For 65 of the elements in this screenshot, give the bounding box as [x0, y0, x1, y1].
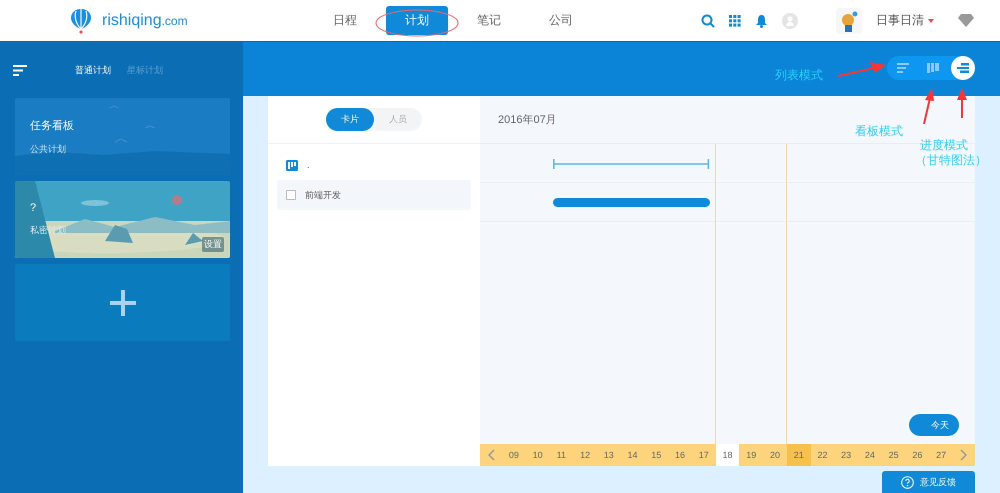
date-cell[interactable]: 15 — [644, 444, 668, 466]
annotation-text: 进度模式 — [920, 137, 968, 154]
logo-text: rishiqing.com — [102, 12, 188, 30]
columns-icon — [927, 63, 939, 73]
nav-tab[interactable]: 笔记 — [458, 6, 520, 35]
date-cell[interactable]: 16 — [668, 444, 692, 466]
board-label[interactable]: . — [307, 160, 310, 170]
date-cell[interactable]: 24 — [858, 444, 882, 466]
board-icon — [286, 160, 298, 170]
card-subtitle: 公共计划 — [30, 142, 67, 156]
date-cell[interactable]: 20 — [763, 444, 787, 466]
summary-bar[interactable] — [553, 158, 710, 168]
date-cell[interactable]: 25 — [882, 444, 906, 466]
date-cell[interactable]: 12 — [573, 444, 597, 466]
feedback-button[interactable]: 意见反馈 — [882, 471, 975, 493]
annotation-text: 看板模式 — [855, 123, 903, 140]
menu-icon[interactable] — [13, 64, 27, 76]
date-cell[interactable]: 09 — [502, 444, 526, 466]
date-cell[interactable]: 27 — [929, 444, 953, 466]
apps-grid-icon[interactable] — [729, 14, 741, 26]
date-cell[interactable]: 19 — [739, 444, 764, 466]
nav-tab[interactable]: 日程 — [314, 6, 376, 35]
checkbox[interactable] — [286, 190, 296, 200]
today-button[interactable]: 今天 — [909, 414, 959, 436]
settings-link[interactable]: 设置 — [202, 237, 224, 252]
annotation-text: 列表模式 — [775, 67, 823, 84]
date-cell[interactable]: 13 — [596, 444, 621, 466]
annotation-arrow — [957, 88, 967, 118]
gantt-icon — [957, 63, 969, 73]
date-cell[interactable]: 17 — [692, 444, 716, 466]
card-title: 任务看板 — [30, 118, 75, 132]
date-cell[interactable]: 21 — [786, 444, 811, 466]
sidebar-tab[interactable]: 普通计划 — [75, 64, 111, 76]
date-cell[interactable]: 14 — [620, 444, 644, 466]
avatar-icon[interactable] — [836, 8, 862, 34]
card-subtitle: 私密计划 — [30, 224, 67, 237]
plan-card[interactable]: ? 私密计划 设置 — [15, 181, 230, 258]
annotation-text: （甘特图法） — [915, 152, 987, 169]
list-icon — [897, 63, 909, 73]
task-title: 前端开发 — [305, 188, 341, 202]
date-cell[interactable]: 23 — [834, 444, 858, 466]
card-title: ? — [30, 202, 38, 214]
view-tab[interactable]: 人员 — [374, 108, 422, 131]
diamond-icon[interactable] — [958, 14, 974, 27]
bell-icon[interactable] — [755, 14, 768, 28]
month-label: 2016年07月 — [498, 113, 557, 127]
annotation-arrow — [838, 62, 886, 78]
view-mode-button[interactable] — [951, 56, 975, 80]
annotation-arrow — [922, 88, 934, 124]
help-icon — [901, 476, 914, 488]
date-cell[interactable]: 22 — [810, 444, 834, 466]
caret-icon — [928, 18, 934, 22]
user-name[interactable]: 日事日清 — [876, 12, 934, 29]
user-circle-icon[interactable] — [782, 12, 798, 28]
date-cell[interactable]: 26 — [906, 444, 930, 466]
date-cell[interactable]: 11 — [549, 444, 574, 466]
date-cell[interactable]: 10 — [526, 444, 550, 466]
nav-tab[interactable]: 计划 — [386, 6, 448, 35]
view-tab[interactable]: 卡片 — [326, 108, 374, 131]
date-cell[interactable]: 18 — [716, 444, 740, 466]
search-icon[interactable] — [701, 14, 715, 28]
plus-icon — [110, 290, 136, 316]
balloon-logo-icon — [70, 8, 92, 34]
nav-tab[interactable]: 公司 — [530, 6, 592, 35]
task-row[interactable]: 前端开发 — [277, 180, 471, 210]
